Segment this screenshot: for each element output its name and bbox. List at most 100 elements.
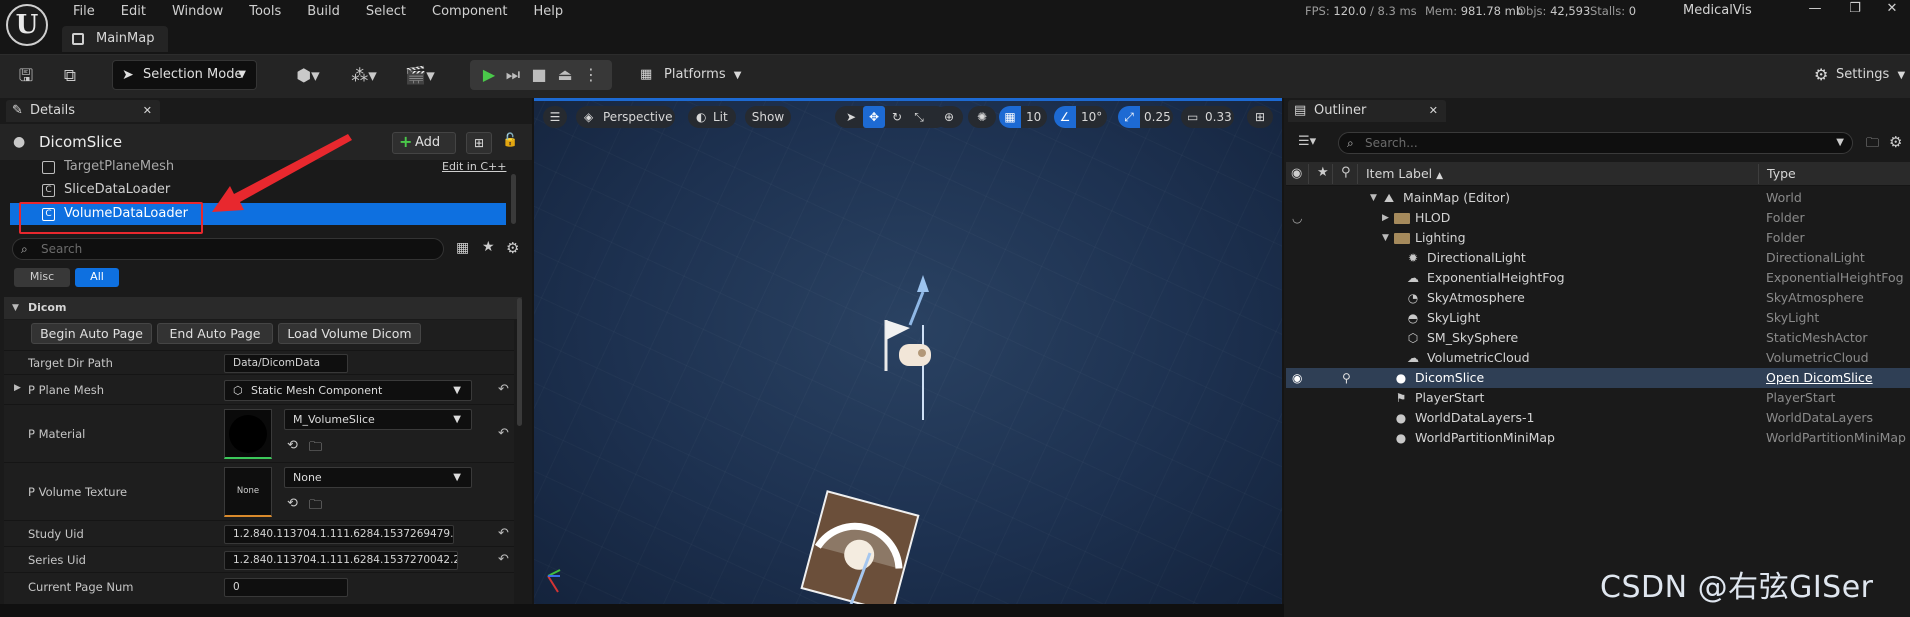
volume-texture-dropdown[interactable]: None ▼ — [284, 467, 472, 488]
unreal-logo-icon[interactable]: U — [6, 4, 48, 46]
play-options-icon[interactable]: ⋮ — [578, 60, 604, 90]
details-tab-label: Details — [30, 103, 76, 118]
study-uid-field[interactable]: 1.2.840.113704.1.111.6284.1537269479.1 — [224, 525, 454, 544]
flag-icon — [886, 320, 910, 340]
collapse-arrow-icon[interactable]: ▼ — [1370, 188, 1377, 208]
minimize-icon[interactable]: — — [1795, 0, 1835, 20]
outliner-row[interactable]: ▼ Lighting Folder — [1286, 228, 1910, 248]
filter-all-button[interactable]: All — [75, 268, 119, 287]
outliner-row[interactable]: ◔ SkyAtmosphere SkyAtmosphere — [1286, 288, 1910, 308]
outliner-row-selected[interactable]: ◉ ⚲ ● DicomSlice Open DicomSlice — [1286, 368, 1910, 388]
details-tab[interactable]: ✎ Details ✕ — [6, 100, 160, 122]
outliner-search-input[interactable]: ⌕ Search... ▼ — [1338, 132, 1853, 154]
close-tab-icon[interactable]: ✕ — [1429, 100, 1438, 122]
category-dicom[interactable]: Dicom — [4, 297, 522, 319]
filter-icon[interactable]: ☰▾ — [1298, 134, 1316, 149]
fps-label: FPS: — [1305, 4, 1330, 18]
add-actor-icon[interactable]: ⬢▾ — [286, 62, 330, 90]
outliner-row[interactable]: ◡ ▶ HLOD Folder — [1286, 208, 1910, 228]
settings-gear-icon[interactable]: ⚙ — [506, 239, 519, 257]
cinematics-icon[interactable]: 🎬▾ — [398, 62, 442, 90]
menu-window[interactable]: Window — [159, 2, 236, 22]
material-thumbnail[interactable] — [224, 409, 272, 459]
reset-arrow-icon[interactable]: ↶ — [498, 526, 509, 541]
browse-content-icon[interactable]: ⧉ — [56, 62, 84, 90]
outliner-row[interactable]: ⚑ PlayerStart PlayerStart — [1286, 388, 1910, 408]
close-window-icon[interactable]: ✕ — [1872, 0, 1910, 20]
play-icon[interactable]: ▶ — [476, 60, 502, 90]
visibility-eye-icon[interactable]: ◉ — [1292, 368, 1302, 388]
settings-button[interactable]: ⚙ Settings ▼ — [1814, 60, 1905, 90]
stop-icon[interactable]: ■ — [526, 60, 552, 90]
outliner-row[interactable]: ⬡ SM_SkySphere StaticMeshActor — [1286, 328, 1910, 348]
expand-arrow-icon[interactable]: ▶ — [1382, 208, 1389, 228]
pin-icon[interactable]: ⚲ — [1341, 165, 1351, 180]
dicom-slice-actor[interactable] — [800, 490, 920, 604]
edit-in-cpp-link[interactable]: Edit in C++ — [442, 160, 506, 173]
column-separator[interactable] — [1758, 164, 1759, 184]
begin-auto-page-button[interactable]: Begin Auto Page — [31, 323, 152, 344]
platforms-button[interactable]: ▦ Platforms ▼ — [640, 60, 741, 90]
blueprint-icon[interactable]: ⁂▾ — [342, 62, 386, 90]
plane-mesh-dropdown[interactable]: ⬡ Static Mesh Component ▼ — [224, 380, 472, 401]
use-selected-icon[interactable]: ⟲ — [287, 438, 298, 453]
series-uid-field[interactable]: 1.2.840.113704.1.111.6284.1537270042.22 — [224, 551, 458, 570]
static-mesh-icon: ⬡ — [1407, 331, 1419, 345]
details-search-input[interactable]: ⌕ Search — [12, 238, 444, 260]
outliner-row[interactable]: ▼ ⛰ MainMap (Editor) World — [1286, 188, 1910, 208]
hidden-eye-icon[interactable]: ◡ — [1292, 208, 1302, 228]
favorites-star-icon[interactable]: ★ — [482, 239, 495, 255]
blueprint-convert-icon[interactable]: ⊞ — [466, 132, 492, 154]
collapse-arrow-icon[interactable]: ▼ — [1382, 228, 1389, 248]
pin-icon[interactable]: ⚲ — [1342, 368, 1351, 388]
selection-mode-dropdown[interactable]: ➤ Selection Mode ▼ — [112, 60, 257, 90]
filter-misc-button[interactable]: Misc — [14, 268, 70, 287]
add-folder-icon[interactable]: 🗀 — [1866, 134, 1879, 156]
material-dropdown[interactable]: M_VolumeSlice ▼ — [284, 409, 472, 430]
lock-icon[interactable]: 🔓 — [502, 133, 518, 148]
eject-icon[interactable]: ⏏ — [552, 60, 578, 90]
reset-arrow-icon[interactable]: ↶ — [498, 426, 509, 441]
menu-tools[interactable]: Tools — [236, 2, 294, 22]
column-item-label[interactable]: Item Label ▲ — [1366, 166, 1443, 181]
browse-asset-icon[interactable]: 🗀 — [309, 438, 322, 460]
current-page-field[interactable]: 0 — [224, 578, 348, 597]
player-start-actor[interactable] — [884, 275, 931, 420]
reset-arrow-icon[interactable]: ↶ — [498, 552, 509, 567]
open-actor-link[interactable]: Open DicomSlice — [1766, 368, 1873, 388]
outliner-row[interactable]: ✹ DirectionalLight DirectionalLight — [1286, 248, 1910, 268]
save-icon[interactable]: 🖫 — [12, 62, 40, 90]
menu-select[interactable]: Select — [353, 2, 419, 22]
add-component-button[interactable]: + Add — [392, 132, 456, 154]
outliner-row[interactable]: ☁ VolumetricCloud VolumetricCloud — [1286, 348, 1910, 368]
column-type[interactable]: Type — [1767, 166, 1796, 181]
component-scrollbar[interactable] — [511, 174, 516, 224]
search-placeholder: Search — [41, 242, 83, 256]
maximize-icon[interactable]: ❐ — [1835, 0, 1875, 20]
use-selected-icon[interactable]: ⟲ — [287, 496, 298, 511]
menu-edit[interactable]: Edit — [108, 2, 159, 22]
outliner-row[interactable]: ● WorldDataLayers-1 WorldDataLayers — [1286, 408, 1910, 428]
outliner-settings-icon[interactable]: ⚙ — [1889, 133, 1902, 151]
favorite-star-icon[interactable]: ★ — [1317, 165, 1329, 180]
volume-texture-thumbnail[interactable]: None — [224, 467, 272, 517]
expand-arrow-icon[interactable]: ▶ — [14, 383, 21, 393]
table-view-icon[interactable]: ▦ — [456, 240, 469, 256]
target-dir-field[interactable]: Data/DicomData — [224, 354, 348, 373]
details-scrollbar[interactable] — [517, 298, 522, 426]
step-icon[interactable]: ⏭ — [500, 60, 526, 90]
outliner-row[interactable]: ☁ ExponentialHeightFog ExponentialHeight… — [1286, 268, 1910, 288]
reset-arrow-icon[interactable]: ↶ — [498, 382, 509, 397]
load-volume-dicom-button[interactable]: Load Volume Dicom — [278, 323, 421, 344]
outliner-row[interactable]: ● WorldPartitionMiniMap WorldPartitionMi… — [1286, 428, 1910, 448]
outliner-row[interactable]: ◓ SkyLight SkyLight — [1286, 308, 1910, 328]
outliner-tab[interactable]: ▤ Outliner ✕ — [1288, 100, 1446, 122]
menu-component[interactable]: Component — [419, 2, 520, 22]
menu-help[interactable]: Help — [520, 2, 576, 22]
menu-file[interactable]: File — [60, 2, 108, 22]
visibility-eye-icon[interactable]: ◉ — [1291, 166, 1302, 181]
close-tab-icon[interactable]: ✕ — [143, 100, 152, 122]
end-auto-page-button[interactable]: End Auto Page — [157, 323, 273, 344]
browse-asset-icon[interactable]: 🗀 — [309, 496, 322, 518]
menu-build[interactable]: Build — [294, 2, 353, 22]
